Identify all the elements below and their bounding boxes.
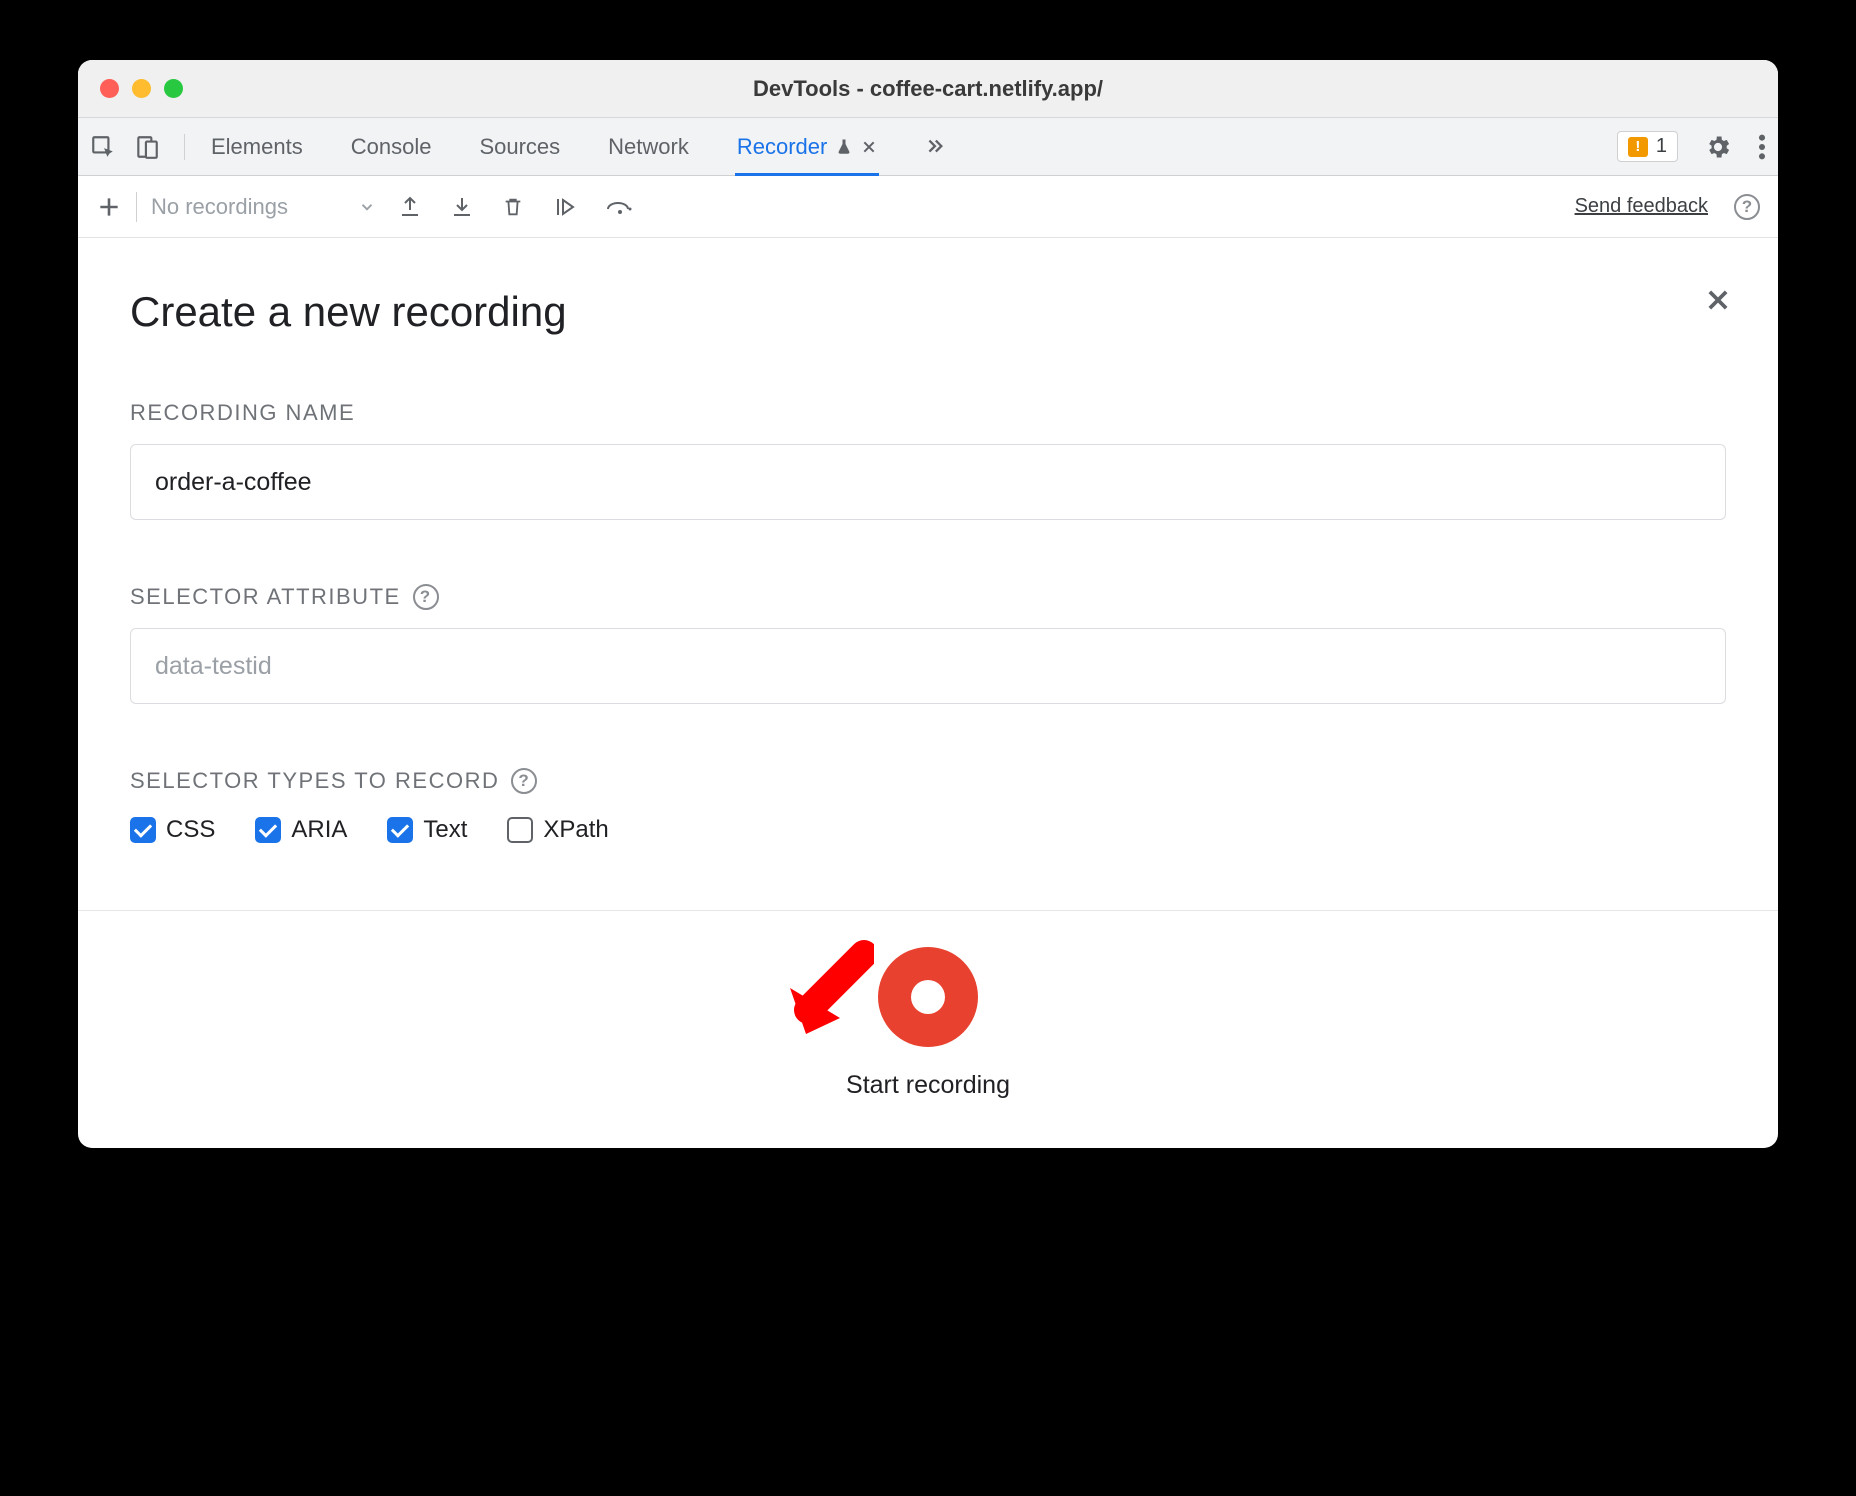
- tab-elements[interactable]: Elements: [209, 118, 305, 176]
- start-recording-button[interactable]: [878, 947, 978, 1047]
- recording-name-label: RECORDING NAME: [130, 400, 1726, 426]
- delete-icon[interactable]: [502, 195, 524, 219]
- play-icon[interactable]: [552, 195, 578, 219]
- close-window-button[interactable]: [100, 79, 119, 98]
- checkbox-aria[interactable]: ARIA: [255, 816, 347, 844]
- tab-recorder[interactable]: Recorder: [735, 118, 879, 176]
- recorder-toolbar: No recordings Send feedback ?: [78, 176, 1778, 238]
- more-tabs-icon[interactable]: [923, 136, 945, 158]
- kebab-menu-icon[interactable]: [1758, 133, 1766, 161]
- help-icon[interactable]: ?: [511, 768, 537, 794]
- selector-attribute-label: SELECTOR ATTRIBUTE ?: [130, 584, 1726, 610]
- start-recording-label: Start recording: [78, 1071, 1778, 1100]
- export-icon[interactable]: [398, 195, 422, 219]
- tab-console[interactable]: Console: [349, 118, 434, 176]
- devtools-window: DevTools - coffee-cart.netlify.app/ Elem…: [78, 60, 1778, 1148]
- recordings-dropdown[interactable]: No recordings: [151, 194, 376, 220]
- checkbox-icon: [130, 817, 156, 843]
- close-tab-icon[interactable]: [861, 139, 877, 155]
- selector-types-group: CSS ARIA Text XPath: [130, 816, 1726, 844]
- flask-icon: [835, 138, 853, 156]
- checkbox-text[interactable]: Text: [387, 816, 467, 844]
- window-title: DevTools - coffee-cart.netlify.app/: [78, 76, 1778, 102]
- import-icon[interactable]: [450, 195, 474, 219]
- add-recording-icon[interactable]: [96, 194, 122, 220]
- tab-sources[interactable]: Sources: [477, 118, 562, 176]
- checkbox-css[interactable]: CSS: [130, 816, 215, 844]
- page-title: Create a new recording: [130, 288, 1726, 336]
- close-icon[interactable]: [1704, 286, 1732, 314]
- inspect-icon[interactable]: [90, 134, 116, 160]
- checkbox-icon: [387, 817, 413, 843]
- send-feedback-link[interactable]: Send feedback: [1575, 195, 1708, 218]
- help-icon[interactable]: ?: [1734, 194, 1760, 220]
- device-toggle-icon[interactable]: [134, 134, 160, 160]
- selector-attribute-input[interactable]: [130, 628, 1726, 704]
- warning-icon: !: [1628, 137, 1648, 157]
- checkbox-icon: [507, 817, 533, 843]
- issues-badge[interactable]: ! 1: [1617, 131, 1678, 162]
- checkbox-xpath[interactable]: XPath: [507, 816, 608, 844]
- settings-icon[interactable]: [1704, 133, 1732, 161]
- recording-name-input[interactable]: [130, 444, 1726, 520]
- selector-types-label: SELECTOR TYPES TO RECORD ?: [130, 768, 1726, 794]
- chevron-down-icon: [358, 198, 376, 216]
- step-over-icon[interactable]: [606, 195, 634, 219]
- footer: Start recording: [78, 910, 1778, 1148]
- devtools-tabbar: Elements Console Sources Network Recorde…: [78, 118, 1778, 176]
- maximize-window-button[interactable]: [164, 79, 183, 98]
- minimize-window-button[interactable]: [132, 79, 151, 98]
- tab-network[interactable]: Network: [606, 118, 691, 176]
- window-controls: [78, 79, 183, 98]
- issues-count: 1: [1656, 135, 1667, 158]
- checkbox-icon: [255, 817, 281, 843]
- help-icon[interactable]: ?: [413, 584, 439, 610]
- titlebar: DevTools - coffee-cart.netlify.app/: [78, 60, 1778, 118]
- recordings-dropdown-label: No recordings: [151, 194, 288, 220]
